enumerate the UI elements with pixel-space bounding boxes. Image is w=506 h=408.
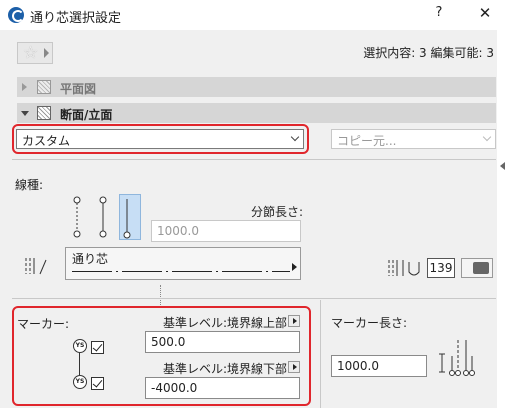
top-marker-checkbox[interactable]	[91, 341, 104, 354]
top-value-input[interactable]: 500.0	[145, 331, 300, 353]
selection-info: 選択内容: 3 編集可能: 3	[363, 46, 494, 60]
expand-arrow-icon	[22, 83, 27, 91]
line-style-icon	[24, 256, 48, 279]
bottom-value-input[interactable]: -4000.0	[145, 377, 300, 399]
top-reference-menu-button[interactable]	[288, 315, 300, 327]
copy-from-placeholder: コピー元...	[337, 134, 397, 148]
line-style-both-ends-button[interactable]	[69, 194, 91, 240]
line-pattern-preview	[72, 271, 290, 272]
panel-expand-icon[interactable]	[500, 162, 505, 170]
pen-number[interactable]: 139	[427, 258, 455, 278]
line-type-label: 線種:	[15, 178, 44, 192]
connector-line	[160, 285, 161, 307]
top-reference-label: 基準レベル:境界線上部	[163, 316, 288, 330]
collapse-arrow-icon	[21, 111, 29, 116]
marker-length-value: 1000.0	[337, 359, 379, 373]
marker-length-icon	[436, 336, 480, 385]
section-view-icon	[37, 106, 51, 120]
line-style-middle-button[interactable]	[95, 194, 117, 240]
pen-color-button[interactable]	[461, 258, 493, 278]
segment-length-label: 分節長さ:	[251, 205, 304, 219]
divider	[12, 298, 496, 299]
plan-view-icon	[37, 80, 51, 94]
line-style-segmented-button[interactable]	[119, 194, 141, 240]
section-label: 断面/立面	[60, 108, 113, 122]
star-icon: ☆	[23, 43, 39, 63]
popup-arrow-icon	[292, 263, 297, 271]
type-select[interactable]: カスタム	[16, 129, 304, 149]
marker-length-label: マーカー長さ:	[331, 316, 408, 330]
app-icon	[8, 7, 24, 23]
section-section-elevation[interactable]: 断面/立面	[17, 103, 496, 123]
bottom-value: -4000.0	[151, 381, 198, 395]
close-button[interactable]: ✕	[470, 4, 500, 26]
bottom-reference-label: 基準レベル:境界線下部	[163, 362, 288, 376]
marker-label: マーカー:	[17, 317, 70, 331]
both-ends-icon	[73, 196, 81, 238]
top-value: 500.0	[151, 335, 186, 349]
help-button[interactable]: ?	[427, 5, 451, 25]
marker-axis-line	[79, 353, 81, 375]
marker-length-input[interactable]: 1000.0	[331, 355, 427, 377]
chevron-down-icon	[482, 132, 492, 142]
pen-icon	[387, 258, 423, 281]
divider	[12, 159, 496, 160]
segmented-line-icon	[123, 199, 131, 239]
middle-segment-icon	[99, 196, 107, 238]
segment-length-value: 1000.0	[157, 224, 199, 238]
dropdown-arrow-icon	[44, 48, 49, 58]
bottom-reference-menu-button[interactable]	[288, 361, 300, 373]
section-label: 平面図	[60, 82, 97, 96]
type-select-value: カスタム	[22, 134, 71, 148]
favorites-button[interactable]: ☆	[17, 42, 53, 64]
column-divider	[320, 300, 321, 408]
line-type-select[interactable]: 通り芯	[65, 247, 301, 280]
copy-from-select[interactable]: コピー元...	[331, 129, 496, 149]
window-title: 通り芯選択設定	[30, 11, 122, 26]
chevron-down-icon	[290, 132, 300, 142]
segment-length-input[interactable]: 1000.0	[151, 220, 301, 242]
line-type-name: 通り芯	[72, 252, 109, 266]
marker-top-icon: YS	[73, 339, 87, 353]
marker-bottom-icon: YS	[73, 375, 87, 389]
bottom-marker-checkbox[interactable]	[91, 377, 104, 390]
section-plan[interactable]: 平面図	[17, 77, 496, 97]
